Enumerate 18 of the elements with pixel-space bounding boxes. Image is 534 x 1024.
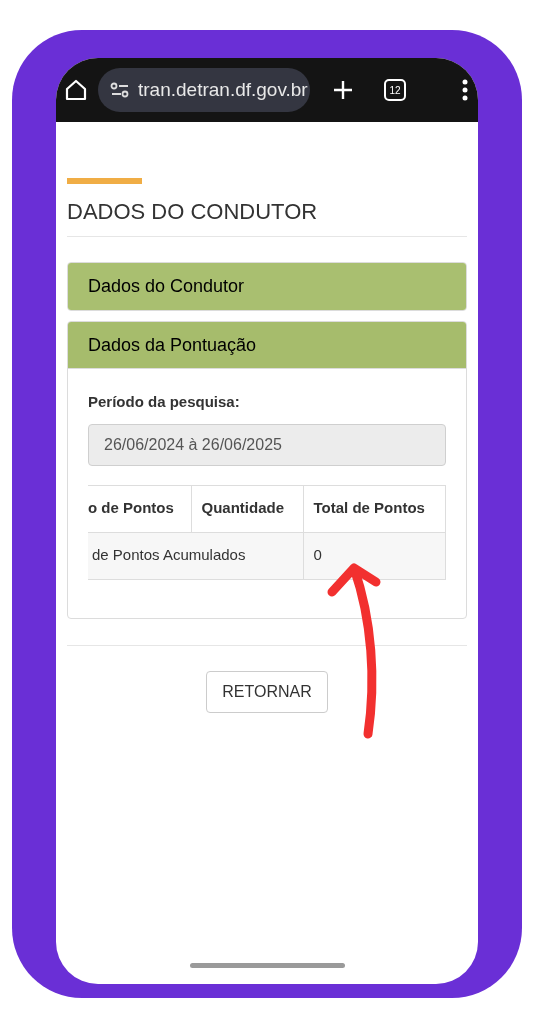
site-settings-icon[interactable] [110,82,130,98]
return-button[interactable]: RETORNAR [206,670,328,713]
page-title: DADOS DO CONDUTOR [67,198,319,226]
table-cell-text: de Pontos Acumulados [92,546,246,564]
panel-header[interactable]: Dados da Pontuação [68,322,466,369]
column-header: o de Pontos [88,485,191,532]
column-header: Total de Pontos [303,485,446,532]
table-cell-text: 0 [313,546,322,564]
url-text: tran.detran.df.gov.br [138,77,308,102]
tab-count[interactable]: 12 [384,79,406,101]
column-header: Quantidade [191,485,303,532]
menu-icon[interactable] [462,79,468,101]
new-tab-icon[interactable] [332,79,354,101]
home-icon[interactable] [64,78,88,102]
address-bar[interactable]: tran.detran.df.gov.br [98,68,310,112]
panel-header[interactable]: Dados do Condutor [68,263,466,310]
field-label: Período da pesquisa: [88,392,241,412]
period-field: 26/06/2024 à 26/06/2025 [88,423,446,466]
